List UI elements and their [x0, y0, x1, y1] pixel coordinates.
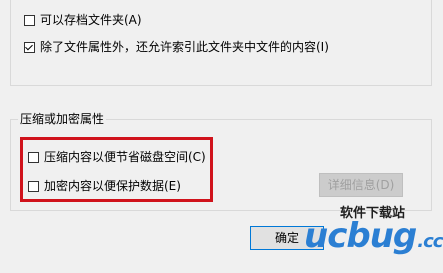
archive-checkbox-label: 可以存档文件夹(A) [40, 13, 142, 27]
index-checkbox-row[interactable]: 除了文件属性外，还允许索引此文件夹中文件的内容(I) [24, 39, 329, 55]
watermark-logo-suffix: .cc [417, 231, 443, 252]
archive-checkbox[interactable] [24, 14, 35, 26]
watermark-logo: ucbug.cc [304, 216, 443, 256]
compress-encrypt-group-title: 压缩或加密属性 [18, 111, 107, 127]
index-checkbox[interactable] [24, 41, 35, 53]
advanced-attributes-dialog: 可以存档文件夹(A) 除了文件属性外，还允许索引此文件夹中文件的内容(I) 压缩… [0, 0, 443, 273]
encrypt-checkbox[interactable] [28, 180, 39, 192]
details-button[interactable]: 详细信息(D) [319, 173, 403, 197]
archive-checkbox-row[interactable]: 可以存档文件夹(A) [24, 12, 142, 28]
encrypt-checkbox-label: 加密内容以便保护数据(E) [44, 179, 181, 193]
compress-checkbox-label: 压缩内容以便节省磁盘空间(C) [44, 150, 206, 164]
compress-checkbox[interactable] [28, 151, 39, 163]
encrypt-checkbox-row[interactable]: 加密内容以便保护数据(E) [28, 178, 181, 194]
watermark: 软件下载站 ucbug.cc [298, 196, 443, 273]
compress-checkbox-row[interactable]: 压缩内容以便节省磁盘空间(C) [28, 149, 206, 165]
watermark-logo-text: ucbug [304, 216, 417, 256]
index-checkbox-label: 除了文件属性外，还允许索引此文件夹中文件的内容(I) [40, 40, 329, 54]
